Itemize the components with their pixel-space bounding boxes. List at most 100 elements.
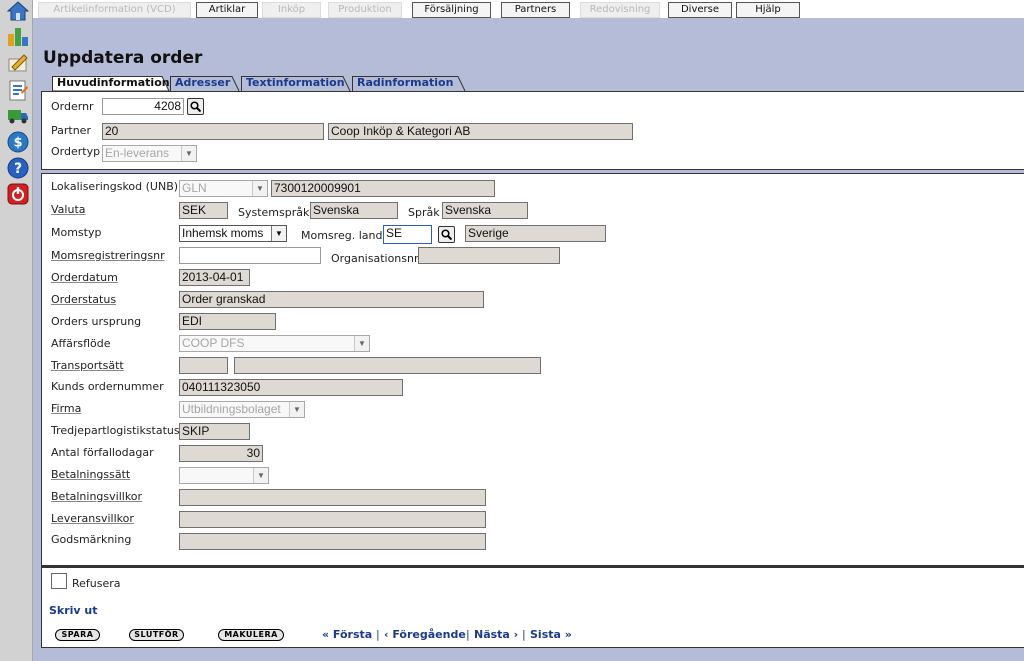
momsregistreringsnr-input[interactable] xyxy=(179,247,321,264)
sista-link[interactable]: Sista » xyxy=(530,628,572,641)
firma-select[interactable]: Utbildningsbolaget ▼ xyxy=(179,401,305,418)
tab-huvudinformation[interactable]: Huvudinformation xyxy=(52,76,170,91)
transportsatt-code-field xyxy=(179,357,228,374)
pager-separator: | xyxy=(466,628,470,641)
chevron-down-icon: ▼ xyxy=(289,402,304,417)
main-content: Uppdatera order Huvudinformation Adresse… xyxy=(33,18,1024,661)
ordernr-label: Ordernr xyxy=(51,100,94,113)
firma-value: Utbildningsbolaget xyxy=(182,402,281,416)
menu-forsaljning[interactable]: Försäljning xyxy=(412,2,491,18)
order-details-panel: Lokaliseringskod (UNB) GLN ▼ 73001200099… xyxy=(41,173,1024,566)
refusera-label: Refusera xyxy=(72,577,121,590)
money-icon[interactable]: $ xyxy=(7,131,29,153)
chevron-down-icon: ▼ xyxy=(354,336,369,351)
chevron-down-icon: ▼ xyxy=(252,181,267,196)
truck-icon[interactable] xyxy=(7,105,29,127)
firma-label: Firma xyxy=(51,402,82,415)
edit-icon[interactable] xyxy=(7,51,29,73)
menu-hjalp[interactable]: Hjälp xyxy=(736,2,800,18)
leveransvillkor-label: Leveransvillkor xyxy=(51,512,134,525)
skriv-ut-link[interactable]: Skriv ut xyxy=(49,604,98,617)
pager-separator: | xyxy=(522,628,526,641)
spara-button[interactable]: SPARA xyxy=(55,629,100,641)
menu-artikelinformation[interactable]: Artikelinformation (VCD) xyxy=(38,2,191,18)
partner-code-field[interactable]: 20 xyxy=(102,123,324,140)
svg-text:?: ? xyxy=(14,161,22,177)
valuta-field: SEK xyxy=(179,202,228,219)
tredjepart-label: Tredjepartlogistikstatus xyxy=(51,424,180,437)
tab-radinformation-label: Radinformation xyxy=(357,76,454,89)
forsta-link[interactable]: « Första xyxy=(322,628,372,641)
ordertyp-label: Ordertyp xyxy=(51,145,101,158)
menu-inkop[interactable]: Inköp xyxy=(262,2,321,18)
momsreg-land-search-button[interactable] xyxy=(438,226,455,243)
order-header-panel: Ordernr 4208 Partner 20 Coop Inköp & Kat… xyxy=(41,91,1024,170)
transportsatt-name-field xyxy=(234,357,541,374)
tab-textinformation-label: Textinformation xyxy=(246,76,345,89)
momsreg-land-input[interactable]: SE xyxy=(383,225,432,244)
affarsflode-select[interactable]: COOP DFS ▼ xyxy=(179,335,370,352)
menu-redovisning[interactable]: Redovisning xyxy=(580,2,660,18)
home-icon[interactable] xyxy=(7,0,29,22)
lokaliseringskod-field: 7300120009901 xyxy=(271,180,495,197)
partner-name-field: Coop Inköp & Kategori AB xyxy=(328,123,633,140)
page-title: Uppdatera order xyxy=(43,48,203,68)
help-icon[interactable]: ? xyxy=(7,157,29,179)
forfallodagar-label: Antal förfallodagar xyxy=(51,446,154,459)
valuta-label: Valuta xyxy=(51,203,86,216)
momstyp-select[interactable]: Inhemsk moms ▼ xyxy=(179,225,287,242)
chevron-down-icon: ▼ xyxy=(181,146,196,161)
ordertyp-value: En-leverans xyxy=(105,146,170,160)
nasta-link[interactable]: Nästa › xyxy=(474,628,518,641)
lokaliseringskod-label: Lokaliseringskod (UNB) xyxy=(51,180,179,193)
organisationsnr-field xyxy=(418,247,560,264)
menu-produktion[interactable]: Produktion xyxy=(328,2,402,18)
stats-icon[interactable] xyxy=(7,25,29,47)
orderstatus-label: Orderstatus xyxy=(51,293,117,306)
ordernr-search-button[interactable] xyxy=(187,98,204,115)
momsreg-land-name-field: Sverige xyxy=(465,225,606,242)
orders-ursprung-field: EDI xyxy=(179,313,276,330)
tab-adresser[interactable]: Adresser xyxy=(170,76,240,91)
list-icon[interactable] xyxy=(7,79,29,101)
menu-artiklar[interactable]: Artiklar xyxy=(196,2,258,18)
lokaliseringskod-type-value: GLN xyxy=(182,181,207,195)
godsmarkning-field xyxy=(179,533,486,550)
tab-adresser-label: Adresser xyxy=(175,76,231,89)
kunds-ordernummer-label: Kunds ordernummer xyxy=(51,380,164,393)
lokaliseringskod-type-select[interactable]: GLN ▼ xyxy=(179,180,268,197)
orderstatus-field: Order granskad xyxy=(179,291,484,308)
systemsprak-label: Systemspråk xyxy=(238,206,310,219)
menu-diverse[interactable]: Diverse xyxy=(668,2,732,18)
menu-partners[interactable]: Partners xyxy=(501,2,570,18)
partner-label: Partner xyxy=(51,124,91,137)
ordernr-input[interactable]: 4208 xyxy=(102,98,184,115)
search-icon xyxy=(190,101,201,112)
search-icon xyxy=(441,229,452,240)
chevron-down-icon: ▼ xyxy=(253,468,268,483)
makulera-button[interactable]: MAKULERA xyxy=(218,629,284,641)
betalningssatt-select[interactable]: ▼ xyxy=(179,467,269,484)
orderdatum-label: Orderdatum xyxy=(51,271,118,284)
momsreg-land-label: Momsreg. land xyxy=(301,229,383,242)
systemsprak-field: Svenska xyxy=(310,202,398,219)
momsregistreringsnr-label: Momsregistreringsnr xyxy=(51,249,165,262)
tab-huvudinformation-label: Huvudinformation xyxy=(57,76,170,89)
tab-radinformation[interactable]: Radinformation xyxy=(352,76,466,91)
transportsatt-label: Transportsätt xyxy=(51,359,124,372)
refusera-checkbox[interactable] xyxy=(51,573,67,589)
momstyp-label: Momstyp xyxy=(51,226,102,239)
momstyp-value: Inhemsk moms xyxy=(182,226,264,240)
godsmarkning-label: Godsmärkning xyxy=(51,533,132,546)
sidebar: $ ? xyxy=(0,0,33,661)
foregaende-link[interactable]: ‹ Föregående xyxy=(384,628,466,641)
betalningssatt-label: Betalningssätt xyxy=(51,468,131,481)
leveransvillkor-field xyxy=(179,511,486,528)
slutfor-button[interactable]: SLUTFÖR xyxy=(129,629,184,641)
forfallodagar-field: 30 xyxy=(179,445,263,462)
ordertyp-select[interactable]: En-leverans ▼ xyxy=(102,145,197,162)
tab-textinformation[interactable]: Textinformation xyxy=(241,76,351,91)
top-menu-bar: Artikelinformation (VCD) Artiklar Inköp … xyxy=(33,0,1024,18)
actions-panel: Refusera Skriv ut SPARA SLUTFÖR MAKULERA… xyxy=(41,566,1024,648)
power-icon[interactable] xyxy=(7,183,29,205)
